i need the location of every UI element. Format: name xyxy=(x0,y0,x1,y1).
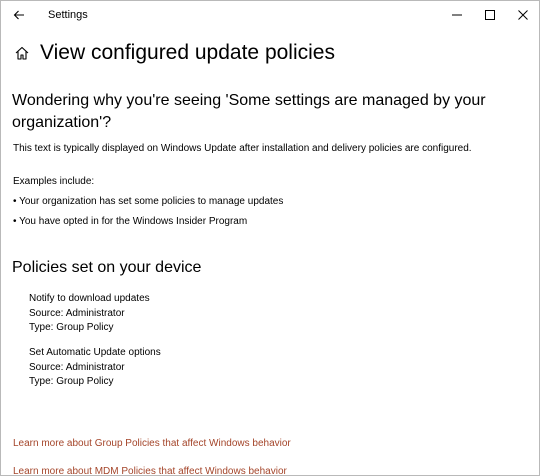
home-icon xyxy=(15,46,29,60)
window-title: Settings xyxy=(48,9,88,21)
maximize-icon xyxy=(484,10,495,20)
title-bar: Settings xyxy=(1,1,539,29)
examples-label: Examples include: xyxy=(13,176,95,187)
close-button[interactable] xyxy=(506,1,539,29)
policies-heading: Policies set on your device xyxy=(12,259,202,276)
policy-name: Set Automatic Update options xyxy=(29,347,161,358)
example-item: • You have opted in for the Windows Insi… xyxy=(13,216,248,227)
policy-type: Type: Group Policy xyxy=(29,376,114,387)
maximize-button[interactable] xyxy=(473,1,506,29)
policy-source: Source: Administrator xyxy=(29,361,125,373)
example-item: • Your organization has set some policie… xyxy=(13,196,284,207)
minimize-button[interactable] xyxy=(440,1,473,29)
back-button[interactable] xyxy=(1,1,37,29)
close-icon xyxy=(517,10,528,20)
policy-name: Notify to download updates xyxy=(29,293,150,304)
policy-type: Type: Group Policy xyxy=(29,322,114,333)
page-title: View configured update policies xyxy=(40,41,335,64)
intro-heading: Wondering why you're seeing 'Some settin… xyxy=(12,90,486,134)
policy-source: Source: Administrator xyxy=(29,307,125,319)
intro-description: This text is typically displayed on Wind… xyxy=(13,143,472,154)
policy-item: Notify to download updates Source: Admin… xyxy=(29,292,150,336)
settings-window: Settings View configured update policies… xyxy=(0,0,540,476)
minimize-icon xyxy=(451,14,462,16)
intro-heading-line-1: Wondering why you're seeing 'Some settin… xyxy=(12,92,486,109)
intro-heading-line-2: organization'? xyxy=(12,114,112,131)
back-arrow-icon xyxy=(13,10,24,20)
mdm-policies-link[interactable]: Learn more about MDM Policies that affec… xyxy=(13,466,287,475)
policy-item: Set Automatic Update options Source: Adm… xyxy=(29,346,161,390)
group-policies-link[interactable]: Learn more about Group Policies that aff… xyxy=(13,438,291,449)
page-header: View configured update policies xyxy=(13,41,335,65)
window-controls xyxy=(440,1,539,29)
home-button[interactable] xyxy=(13,44,31,62)
